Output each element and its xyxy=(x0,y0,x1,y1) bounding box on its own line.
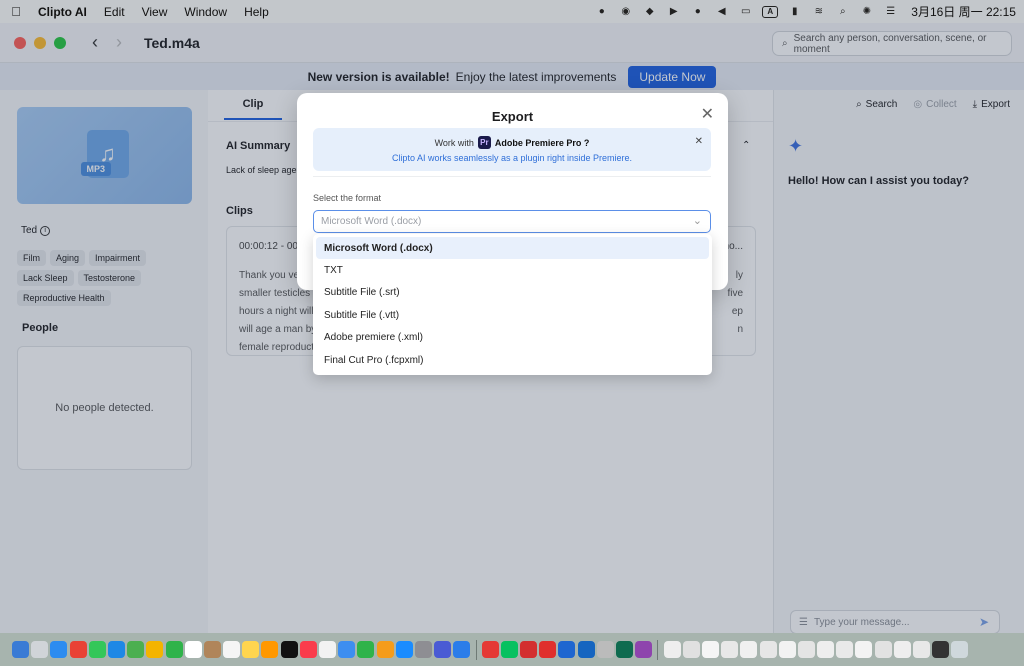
document-icon[interactable] xyxy=(817,641,835,658)
finder-icon[interactable] xyxy=(12,641,29,658)
keynote-icon[interactable] xyxy=(338,641,356,658)
freeform-icon[interactable] xyxy=(261,641,279,658)
wechat-icon[interactable]: ◉ xyxy=(618,5,633,18)
app-icon[interactable] xyxy=(539,641,557,658)
dock-divider xyxy=(475,639,477,660)
app-icon[interactable] xyxy=(616,641,633,658)
format-dropdown: Microsoft Word (.docx) TXT Subtitle File… xyxy=(313,234,712,375)
mail-icon[interactable] xyxy=(107,641,125,658)
messages-icon[interactable] xyxy=(88,641,106,658)
app-icon[interactable] xyxy=(596,641,614,658)
app-icon[interactable] xyxy=(453,641,471,658)
facetime-icon[interactable] xyxy=(165,641,183,658)
document-icon[interactable] xyxy=(663,641,681,658)
document-icon[interactable] xyxy=(797,641,815,658)
format-option-xml[interactable]: Adobe premiere (.xml) xyxy=(316,327,709,349)
contacts-icon[interactable] xyxy=(203,641,221,658)
menu-edit[interactable]: Edit xyxy=(104,5,125,19)
close-icon[interactable]: ✕ xyxy=(701,104,714,124)
control-center-icon[interactable]: ☰ xyxy=(883,5,898,18)
format-option-vtt[interactable]: Subtitle File (.vtt) xyxy=(316,304,709,326)
format-option-docx[interactable]: Microsoft Word (.docx) xyxy=(316,237,709,260)
calendar-icon[interactable] xyxy=(184,641,202,658)
document-icon[interactable] xyxy=(932,641,950,658)
numbers-icon[interactable] xyxy=(357,641,375,658)
menu-bar:  Clipto AI Edit View Window Help ● ◉ ◆ … xyxy=(0,0,1024,23)
format-option-fcpxml[interactable]: Final Cut Pro (.fcpxml) xyxy=(316,349,709,371)
app-icon[interactable] xyxy=(558,641,576,658)
document-icon[interactable] xyxy=(893,641,911,658)
document-icon[interactable] xyxy=(682,641,700,658)
format-label: Select the format xyxy=(313,193,382,203)
document-icon[interactable] xyxy=(721,641,739,658)
maps-icon[interactable] xyxy=(127,641,145,658)
app-store-icon[interactable] xyxy=(395,641,413,658)
dock-divider xyxy=(657,639,659,660)
reminders-icon[interactable] xyxy=(223,641,241,658)
status-tray: ● ◉ ◆ ▶ ● ◀ ▭ A ▮ ≋ ⌕ ✺ ☰ 3月16日 周一 22:15 xyxy=(594,3,1016,20)
document-icon[interactable] xyxy=(874,641,892,658)
chevron-down-icon: ⌄ xyxy=(692,215,702,227)
menu-help[interactable]: Help xyxy=(244,5,269,19)
dialog-divider xyxy=(313,176,711,177)
safari-icon[interactable] xyxy=(50,641,68,658)
close-promo-icon[interactable]: ✕ xyxy=(695,136,703,147)
search-icon[interactable]: ⌕ xyxy=(835,5,850,18)
menu-view[interactable]: View xyxy=(142,5,168,19)
document-icon[interactable] xyxy=(855,641,873,658)
format-select-value: Microsoft Word (.docx) xyxy=(321,216,422,227)
battery-icon[interactable]: ▮ xyxy=(787,5,802,18)
document-icon[interactable] xyxy=(913,641,930,658)
dock xyxy=(0,633,1024,666)
settings-icon[interactable] xyxy=(414,641,432,658)
menu-window[interactable]: Window xyxy=(184,5,227,19)
premiere-link[interactable]: Clipto AI works seamlessly as a plugin r… xyxy=(313,153,711,163)
launchpad-icon[interactable] xyxy=(31,641,49,658)
play-icon[interactable]: ▶ xyxy=(666,5,681,18)
apple-tv-icon[interactable] xyxy=(280,641,298,658)
premiere-promo: Work with Pr Adobe Premiere Pro ? Clipto… xyxy=(313,128,711,171)
premiere-prefix: Work with xyxy=(434,137,474,148)
app-icon[interactable] xyxy=(577,641,595,658)
format-option-srt[interactable]: Subtitle File (.srt) xyxy=(316,282,709,304)
app-icon[interactable] xyxy=(481,641,499,658)
app-icon[interactable] xyxy=(434,641,452,658)
pages-icon[interactable] xyxy=(376,641,394,658)
location-icon[interactable]: ● xyxy=(690,5,705,18)
document-icon[interactable] xyxy=(778,641,796,658)
document-icon[interactable] xyxy=(836,641,854,658)
menu-app[interactable]: Clipto AI xyxy=(38,5,87,19)
grammarly-icon[interactable]: ● xyxy=(594,5,609,18)
siri-icon[interactable]: ✺ xyxy=(859,5,874,18)
premiere-logo-icon: Pr xyxy=(477,136,491,149)
trash-icon[interactable] xyxy=(951,641,969,658)
app-icon[interactable] xyxy=(520,641,538,658)
export-dialog-title: Export xyxy=(491,109,534,124)
format-option-txt[interactable]: TXT xyxy=(316,259,709,281)
tray-app-icon[interactable]: ◆ xyxy=(642,5,657,18)
format-select[interactable]: Microsoft Word (.docx) ⌄ xyxy=(313,210,711,233)
display-icon[interactable]: ▭ xyxy=(738,5,753,18)
photos-icon[interactable] xyxy=(146,641,164,658)
music-icon[interactable] xyxy=(299,641,317,658)
input-method-icon[interactable]: A xyxy=(762,5,779,18)
volume-icon[interactable]: ◀ xyxy=(714,5,729,18)
chrome-icon[interactable] xyxy=(69,641,87,658)
app-icon[interactable] xyxy=(635,641,653,658)
notes-icon[interactable] xyxy=(242,641,260,658)
document-icon[interactable] xyxy=(759,641,777,658)
document-icon[interactable] xyxy=(701,641,719,658)
premiere-name: Adobe Premiere Pro ? xyxy=(494,137,590,148)
podcasts-icon[interactable] xyxy=(319,641,336,658)
premiere-line: Work with Pr Adobe Premiere Pro ? xyxy=(313,136,711,149)
wifi-icon[interactable]: ≋ xyxy=(811,5,826,18)
apple-menu-icon[interactable]:  xyxy=(8,4,24,19)
document-icon[interactable] xyxy=(740,641,758,658)
wechat-app-icon[interactable] xyxy=(500,641,518,658)
menu-clock[interactable]: 3月16日 周一 22:15 xyxy=(911,3,1016,20)
